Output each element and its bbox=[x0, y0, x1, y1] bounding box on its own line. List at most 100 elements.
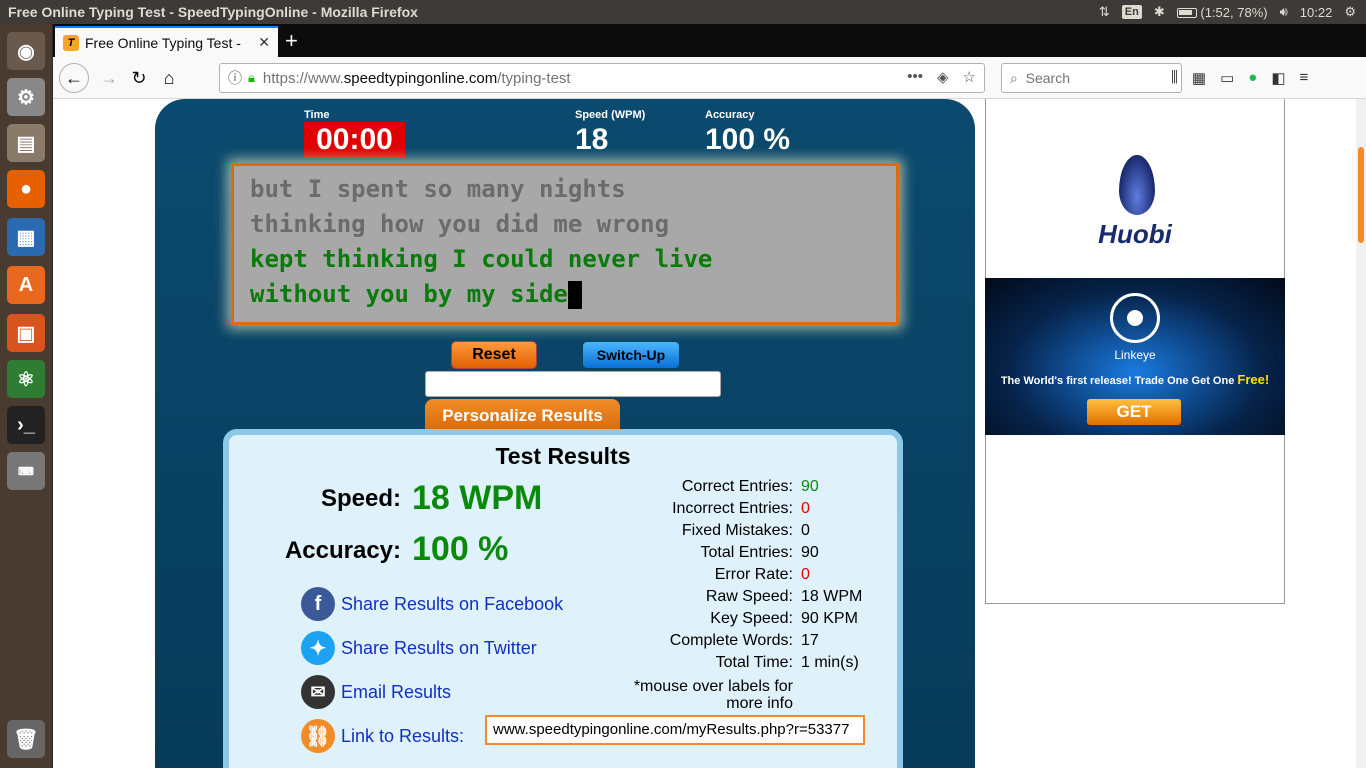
detail-row: Raw Speed: 18 WPM bbox=[609, 586, 863, 608]
detail-label[interactable]: Fixed Mistakes: bbox=[609, 520, 793, 542]
result-accuracy-value: 100 % bbox=[412, 530, 509, 568]
window-title: Free Online Typing Test - SpeedTypingOnl… bbox=[8, 4, 418, 20]
home-button[interactable]: ⌂ bbox=[155, 64, 183, 92]
blank-ad-area bbox=[985, 435, 1285, 604]
typing-test-panel: Time 00:00 Speed (WPM) 18 Accuracy 100 %… bbox=[155, 99, 975, 768]
site-info-icon[interactable]: ⓘ bbox=[228, 68, 242, 88]
share-facebook-label: Share Results on Facebook bbox=[341, 593, 564, 614]
extension-icon[interactable]: ▦ bbox=[1192, 69, 1206, 87]
site-favicon-icon: T bbox=[63, 34, 79, 51]
results-link-field[interactable]: www.speedtypingonline.com/myResults.php?… bbox=[485, 715, 865, 745]
menu-icon[interactable]: ≡ bbox=[1300, 69, 1309, 87]
keyboard-app-icon[interactable]: ⌨ bbox=[7, 452, 45, 490]
reload-button[interactable]: ↻ bbox=[125, 64, 153, 92]
search-icon: ⌕ bbox=[1010, 69, 1018, 86]
share-facebook-link[interactable]: f Share Results on Facebook bbox=[301, 587, 563, 621]
huobi-ad[interactable]: Huobi bbox=[985, 99, 1285, 278]
files-icon[interactable]: ▤ bbox=[7, 124, 45, 162]
detail-label[interactable]: Error Rate: bbox=[609, 564, 793, 586]
detail-label[interactable]: Incorrect Entries: bbox=[609, 498, 793, 520]
trash-icon[interactable]: 🗑︎ bbox=[7, 720, 45, 758]
tab-title: Free Online Typing Test - bbox=[85, 34, 241, 51]
text-cursor bbox=[567, 281, 582, 309]
typing-input[interactable] bbox=[425, 371, 721, 397]
typing-text-box[interactable]: but I spent so many nights thinking how … bbox=[231, 163, 899, 325]
share-twitter-label: Share Results on Twitter bbox=[341, 637, 537, 658]
twitter-icon: ✦ bbox=[301, 631, 335, 665]
huobi-name: Huobi bbox=[1098, 219, 1172, 249]
grammarly-icon[interactable]: ● bbox=[1248, 69, 1257, 87]
volume-icon[interactable]: 🔊︎ bbox=[1280, 4, 1288, 20]
reset-button[interactable]: Reset bbox=[451, 341, 537, 369]
text-line-4-wrap: without you by my side bbox=[250, 277, 880, 312]
software-center-icon[interactable]: A bbox=[7, 266, 45, 304]
writer-icon[interactable]: ▦ bbox=[7, 218, 45, 256]
forward-button[interactable]: → bbox=[95, 64, 123, 92]
share-twitter-link[interactable]: ✦ Share Results on Twitter bbox=[301, 631, 537, 665]
back-button[interactable]: ← bbox=[59, 63, 89, 93]
link-icon: ⛓ bbox=[301, 719, 335, 753]
ubuntu-dash-icon[interactable]: ◉ bbox=[7, 32, 45, 70]
screenshot-icon[interactable]: ▭ bbox=[1220, 69, 1234, 87]
impress-icon[interactable]: ▣ bbox=[7, 314, 45, 352]
battery-indicator[interactable]: (1:52, 78%) bbox=[1176, 4, 1268, 20]
detail-row: Total Entries: 90 bbox=[609, 542, 819, 564]
search-input[interactable]: ⌕ Search bbox=[1001, 63, 1182, 93]
email-results-link[interactable]: ✉ Email Results bbox=[301, 675, 451, 709]
indicator-area: ⇅ En ✱ (1:52, 78%) 🔊︎ 10:22 ⚙ bbox=[1099, 0, 1356, 24]
detail-row: Incorrect Entries: 0 bbox=[609, 498, 810, 520]
keyboard-layout-indicator[interactable]: En bbox=[1121, 5, 1142, 19]
text-line-3: kept thinking I could never live bbox=[250, 245, 713, 273]
detail-row: Correct Entries: 90 bbox=[609, 476, 819, 498]
tab-close-icon[interactable]: ✕ bbox=[258, 34, 270, 51]
linkeye-get-button[interactable]: GET bbox=[1087, 399, 1181, 425]
detail-label[interactable]: Total Time: bbox=[609, 652, 793, 674]
linkeye-eye-icon bbox=[1110, 293, 1160, 343]
network-icon[interactable]: ⇅ bbox=[1099, 4, 1110, 20]
detail-value: 18 WPM bbox=[801, 588, 863, 605]
detail-label[interactable]: Raw Speed: bbox=[609, 586, 793, 608]
linkeye-tagline: The World's first release! Trade One Get… bbox=[1000, 375, 1235, 387]
email-results-label: Email Results bbox=[341, 681, 452, 702]
accuracy-value: 100 % bbox=[705, 123, 791, 156]
clock[interactable]: 10:22 bbox=[1300, 5, 1333, 20]
detail-label[interactable]: Correct Entries: bbox=[609, 476, 793, 498]
switch-up-button[interactable]: Switch-Up bbox=[582, 341, 680, 369]
text-line-2: thinking how you did me wrong bbox=[250, 210, 670, 238]
linkeye-tagline-row: The World's first release! Trade One Get… bbox=[985, 372, 1285, 387]
bluetooth-icon[interactable]: ✱ bbox=[1154, 4, 1165, 20]
new-tab-icon[interactable]: + bbox=[285, 28, 298, 54]
linkeye-brand: Linkeye bbox=[1114, 348, 1156, 362]
facebook-icon: f bbox=[301, 587, 335, 621]
linkeye-ad[interactable]: Linkeye The World's first release! Trade… bbox=[985, 278, 1285, 435]
page-scrollbar[interactable] bbox=[1356, 99, 1366, 768]
accuracy-label: Accuracy bbox=[705, 109, 755, 121]
detail-row: Total Time: 1 min(s) bbox=[609, 652, 859, 674]
system-settings-icon[interactable]: ⚙ bbox=[7, 78, 45, 116]
speed-label: Speed (WPM) bbox=[575, 109, 646, 121]
url-bar[interactable]: ⓘ 🔒︎ https://www.speedtypingonline.com/t… bbox=[219, 63, 985, 93]
detail-label[interactable]: Total Entries: bbox=[609, 542, 793, 564]
detail-label[interactable]: Key Speed: bbox=[609, 608, 793, 630]
personalize-results-button[interactable]: Personalize Results bbox=[425, 399, 620, 433]
sidebar-icon[interactable]: ◧ bbox=[1271, 69, 1285, 87]
library-icon[interactable]: ⫼ bbox=[1171, 69, 1178, 87]
battery-text: (1:52, 78%) bbox=[1200, 4, 1268, 20]
atom-icon[interactable]: ⚛ bbox=[7, 360, 45, 398]
page-actions-icon[interactable]: ••• bbox=[907, 68, 923, 86]
bookmark-star-icon[interactable]: ☆ bbox=[963, 68, 976, 86]
detail-value: 90 KPM bbox=[801, 610, 858, 627]
power-gear-icon[interactable]: ⚙ bbox=[1344, 4, 1356, 20]
detail-value: 0 bbox=[801, 566, 810, 583]
pocket-icon[interactable]: ◈ bbox=[937, 68, 949, 86]
unity-launcher: ◉ ⚙ ▤ ● ▦ A ▣ ⚛ ›_ ⌨ 🗑︎ bbox=[0, 24, 53, 768]
speed-value: 18 bbox=[575, 123, 609, 156]
tab-typing-test[interactable]: T Free Online Typing Test - ✕ bbox=[55, 26, 278, 57]
result-speed-value: 18 WPM bbox=[412, 479, 543, 517]
detail-label[interactable]: Complete Words: bbox=[609, 630, 793, 652]
scrollbar-thumb[interactable] bbox=[1358, 147, 1364, 243]
test-results-panel: Test Results Speed: 18 WPM Accuracy: 100… bbox=[223, 429, 903, 768]
url-bar-actions: ••• ◈ ☆ bbox=[907, 68, 976, 86]
firefox-icon[interactable]: ● bbox=[7, 170, 45, 208]
terminal-icon[interactable]: ›_ bbox=[7, 406, 45, 444]
